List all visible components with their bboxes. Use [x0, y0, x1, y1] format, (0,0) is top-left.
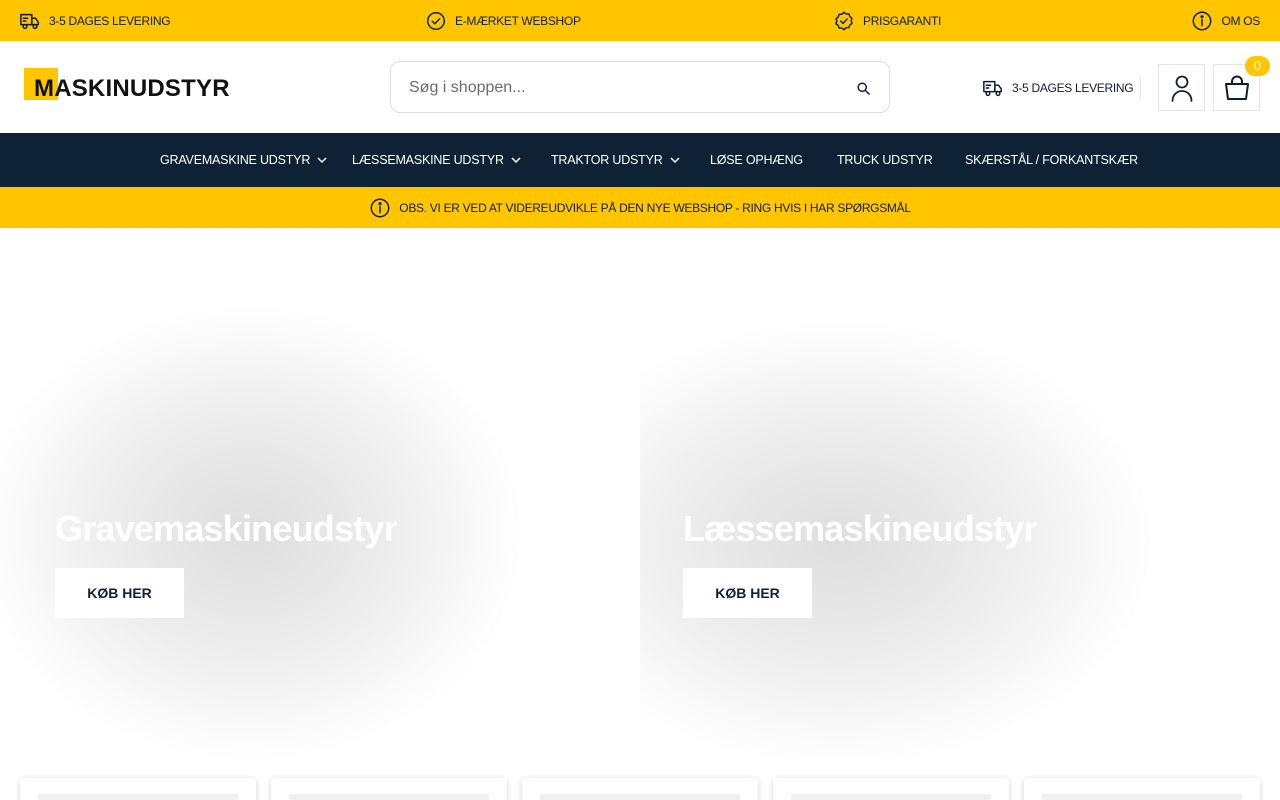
header-divider [1140, 77, 1141, 99]
search-icon [856, 81, 870, 95]
hero-banner-laessemaskine[interactable]: Læssemaskineudstyr KØB HER [640, 228, 1280, 766]
nav-item-skaerstaal-forkantskaer[interactable]: Skærstål / forkantskær [965, 133, 1138, 187]
site-header: MASKINUDSTYR 3-5 dages levering 0 [0, 41, 1280, 133]
usp-delivery: 3-5 dages levering [19, 10, 171, 31]
chevron-down-icon [670, 157, 680, 164]
usp-prisgaranti-label: Prisgaranti [863, 13, 942, 28]
usp-om-os[interactable]: Om os [1191, 10, 1260, 31]
shopping-bag-icon [1224, 75, 1249, 100]
chevron-down-icon [317, 157, 327, 164]
category-card[interactable] [522, 778, 758, 800]
category-card-image [791, 794, 991, 800]
nav-item-loese-ophaeng[interactable]: Løse ophæng [710, 133, 803, 187]
account-button[interactable] [1158, 64, 1205, 111]
header-delivery-label: 3-5 dages levering [1012, 81, 1134, 95]
nav-item-truck-udstyr[interactable]: Truck udstyr [837, 133, 933, 187]
nav-item-label: Gravemaskine udstyr [160, 153, 311, 167]
nav-item-label: Truck udstyr [837, 153, 933, 167]
chevron-down-icon [511, 157, 521, 164]
info-icon [370, 198, 390, 217]
nav-item-label: Traktor udstyr [551, 153, 663, 167]
notice-text: Obs. vi er ved at videreudvikle på den n… [399, 200, 911, 215]
header-delivery-info: 3-5 dages levering [982, 77, 1134, 99]
info-icon [1193, 11, 1212, 30]
site-logo[interactable]: MASKINUDSTYR [24, 68, 246, 102]
hero-banner-gravemaskine[interactable]: Gravemaskineudstyr KØB HER [0, 228, 640, 766]
usp-emaerket[interactable]: E-mærket webshop [425, 10, 581, 31]
search-button[interactable] [853, 78, 873, 98]
usp-bar: 3-5 dages levering E-mærket webshop Pris… [0, 0, 1280, 41]
logo-wordmark: MASKINUDSTYR [34, 75, 230, 102]
buy-here-button[interactable]: KØB HER [683, 568, 812, 618]
nav-item-label: Skærstål / forkantskær [965, 153, 1138, 167]
main-navigation: Gravemaskine udstyr Læssemaskine udstyr … [0, 133, 1280, 187]
cart-count-badge: 0 [1245, 56, 1270, 76]
nav-item-laessemaskine-udstyr[interactable]: Læssemaskine udstyr [352, 133, 522, 187]
nav-item-traktor-udstyr[interactable]: Traktor udstyr [551, 133, 681, 187]
category-card[interactable] [1024, 778, 1260, 800]
user-icon [1171, 75, 1192, 102]
category-card[interactable] [773, 778, 1009, 800]
category-card-image [289, 794, 489, 800]
buy-here-button[interactable]: KØB HER [55, 568, 184, 618]
usp-emaerket-label: E-mærket webshop [455, 13, 581, 28]
category-card-image [540, 794, 740, 800]
nav-item-label: Læssemaskine udstyr [352, 153, 504, 167]
search-box [390, 61, 890, 113]
usp-delivery-label: 3-5 dages levering [49, 13, 171, 28]
search-input[interactable] [409, 76, 829, 100]
hero-title: Læssemaskineudstyr [683, 508, 1038, 549]
category-card-image [1042, 794, 1242, 800]
category-card[interactable] [271, 778, 507, 800]
nav-item-label: Løse ophæng [710, 153, 803, 167]
badge-check-icon [835, 11, 853, 30]
nav-item-gravemaskine-udstyr[interactable]: Gravemaskine udstyr [160, 133, 328, 187]
notice-bar: Obs. vi er ved at videreudvikle på den n… [0, 187, 1280, 228]
usp-prisgaranti[interactable]: Prisgaranti [833, 10, 941, 31]
usp-om-os-label: Om os [1221, 13, 1260, 28]
check-circle-icon [427, 11, 445, 30]
cart-button[interactable]: 0 [1213, 56, 1270, 111]
truck-icon [20, 13, 39, 29]
category-card[interactable] [20, 778, 256, 800]
truck-icon [983, 80, 1002, 97]
hero-title: Gravemaskineudstyr [55, 508, 398, 549]
category-card-image [38, 794, 238, 800]
